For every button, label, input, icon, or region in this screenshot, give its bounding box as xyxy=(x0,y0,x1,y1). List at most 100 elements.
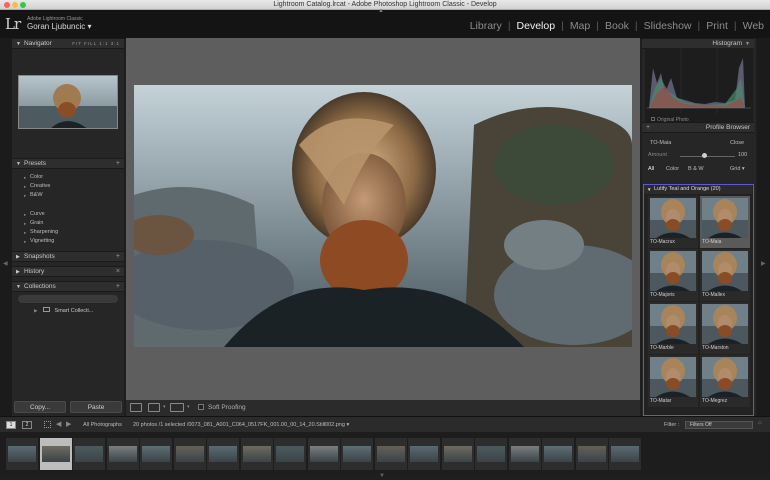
view-dropdown-arrow-icon[interactable]: ▾ xyxy=(163,404,166,410)
smart-collections-item[interactable]: ▶ Smart Collecti... xyxy=(34,307,93,314)
main-photo[interactable] xyxy=(134,85,632,347)
page-2-button[interactable]: 2 xyxy=(22,421,32,429)
amount-value[interactable]: 100 xyxy=(738,152,747,158)
filmstrip-thumbnail[interactable] xyxy=(475,438,507,470)
filmstrip-thumbnail[interactable] xyxy=(106,438,139,470)
add-collection-icon[interactable]: + xyxy=(116,282,120,292)
profile-thumb-to-matar[interactable]: TO-Matar xyxy=(648,355,698,407)
add-preset-icon[interactable]: + xyxy=(116,159,120,169)
close-profile-browser-button[interactable]: Close xyxy=(730,140,744,146)
tab-bw[interactable]: B & W xyxy=(688,166,704,172)
histogram-graph[interactable]: Original Photo xyxy=(645,48,753,132)
preset-grain[interactable]: Grain xyxy=(24,220,44,227)
filmstrip-thumbnail[interactable] xyxy=(307,438,340,470)
amount-slider-knob[interactable] xyxy=(702,153,707,158)
grid-view-icon[interactable] xyxy=(44,421,51,428)
page-1-button[interactable]: 1 xyxy=(6,421,16,429)
collections-search-input[interactable] xyxy=(18,295,118,303)
module-book[interactable]: Book xyxy=(605,20,629,32)
filter-dropdown[interactable]: Filters Off xyxy=(685,421,753,429)
back-arrow-icon[interactable]: ◀ xyxy=(56,420,61,428)
tab-color[interactable]: Color xyxy=(666,166,679,172)
filmstrip-source[interactable]: All Photographs xyxy=(83,422,122,428)
left-edge-arrow-icon[interactable]: ◀ xyxy=(3,260,8,267)
filmstrip-thumbnail[interactable] xyxy=(609,438,641,470)
paste-settings-button[interactable]: Paste xyxy=(70,401,122,413)
profile-browser-header[interactable]: + Profile Browser xyxy=(642,122,754,133)
collapse-triangle-icon: ▶ xyxy=(16,254,20,260)
collections-header[interactable]: ▼ Collections + xyxy=(12,281,124,292)
filmstrip-thumbnail[interactable] xyxy=(207,438,239,470)
user-name[interactable]: Goran Ljubuncic ▾ xyxy=(27,22,92,31)
before-after-view-icon[interactable] xyxy=(148,403,160,412)
profile-group-lutify: ▼ Lutify Teal and Orange (20) TO-Macrux T… xyxy=(643,184,754,416)
original-photo-checkbox[interactable] xyxy=(651,117,655,121)
clear-history-icon[interactable]: × xyxy=(116,267,120,277)
top-panel-toggle-icon[interactable]: ▲ xyxy=(378,8,384,14)
filmstrip-thumbnail[interactable] xyxy=(173,438,206,470)
preset-creative[interactable]: Creative xyxy=(24,183,51,190)
snapshots-header[interactable]: ▶ Snapshots + xyxy=(12,251,124,262)
profile-thumb-to-megrez[interactable]: TO-Megrez xyxy=(700,355,750,407)
profile-label: TO-Megrez xyxy=(702,398,728,404)
back-plus-icon[interactable]: + xyxy=(646,123,650,133)
module-slideshow[interactable]: Slideshow xyxy=(644,20,692,32)
profile-thumb-to-maia[interactable]: TO-Maia xyxy=(700,196,750,248)
forward-arrow-icon[interactable]: ▶ xyxy=(66,420,71,428)
preset-bw[interactable]: B&W xyxy=(24,192,42,199)
filmstrip-thumbnail-image xyxy=(209,446,237,462)
preset-curve[interactable]: Curve xyxy=(24,211,45,218)
navigator-zoom-options[interactable]: FIT FILL 1:1 3:1 xyxy=(72,39,120,49)
right-edge-arrow-icon[interactable]: ▶ xyxy=(761,260,766,267)
soft-proofing-checkbox[interactable] xyxy=(198,404,204,410)
filmstrip-thumbnail[interactable] xyxy=(39,438,72,470)
profile-thumb-to-mallex[interactable]: TO-Mallex xyxy=(700,249,750,301)
loupe-view-icon[interactable] xyxy=(130,403,142,412)
module-develop[interactable]: Develop xyxy=(517,20,556,32)
navigator-preview[interactable] xyxy=(18,75,118,129)
filmstrip-thumbnail[interactable] xyxy=(408,438,440,470)
navigator-header[interactable]: ▼ Navigator FIT FILL 1:1 3:1 xyxy=(12,38,124,49)
profile-group-header[interactable]: ▼ Lutify Teal and Orange (20) xyxy=(644,185,752,194)
module-print[interactable]: Print xyxy=(706,20,728,32)
preset-sharpening[interactable]: Sharpening xyxy=(24,229,58,236)
filmstrip-thumbnail[interactable] xyxy=(441,438,474,470)
copy-settings-button[interactable]: Copy... xyxy=(14,401,66,413)
filmstrip-thumbnail[interactable] xyxy=(575,438,608,470)
swap-dropdown-arrow-icon[interactable]: ▾ xyxy=(187,404,190,410)
presets-header[interactable]: ▼ Presets + xyxy=(12,158,124,169)
module-web[interactable]: Web xyxy=(743,20,764,32)
bottom-panel-toggle-icon[interactable]: ▼ xyxy=(379,473,385,479)
profile-thumb-to-marble[interactable]: TO-Marble xyxy=(648,302,698,354)
amount-slider-track[interactable] xyxy=(680,156,735,157)
filmstrip-thumbnail[interactable] xyxy=(274,438,306,470)
profile-thumbnail-image xyxy=(702,251,748,291)
filmstrip-thumbnail[interactable] xyxy=(73,438,105,470)
filmstrip-thumbnail[interactable] xyxy=(140,438,172,470)
history-header[interactable]: ▶ History × xyxy=(12,266,124,277)
profile-thumbnail-image xyxy=(650,198,696,238)
right-panel-edge[interactable]: ▶ xyxy=(757,38,770,416)
image-canvas[interactable] xyxy=(126,38,640,400)
tab-all[interactable]: All xyxy=(648,166,654,172)
filmstrip-thumbnail[interactable] xyxy=(508,438,541,470)
profile-thumb-to-macrux[interactable]: TO-Macrux xyxy=(648,196,698,248)
filmstrip-thumbnail[interactable] xyxy=(341,438,373,470)
profile-thumb-to-marston[interactable]: TO-Marston xyxy=(700,302,750,354)
add-snapshot-icon[interactable]: + xyxy=(116,252,120,262)
filmstrip-thumbnail[interactable] xyxy=(6,438,38,470)
before-after-swap-icon[interactable] xyxy=(170,403,184,412)
profile-preview xyxy=(702,304,748,344)
preset-vignetting[interactable]: Vignetting xyxy=(24,238,54,245)
left-panel-edge[interactable]: ◀ xyxy=(0,38,12,416)
filmstrip-thumbnail[interactable] xyxy=(542,438,574,470)
module-library[interactable]: Library xyxy=(470,20,502,32)
filmstrip-thumbnail[interactable] xyxy=(240,438,273,470)
view-grid-dropdown[interactable]: Grid ▾ xyxy=(730,166,745,172)
window-title: Lightroom Catalog.lrcat - Adobe Photosho… xyxy=(273,1,497,8)
preset-color[interactable]: Color xyxy=(24,174,43,181)
filter-lock-icon[interactable]: ⌂ xyxy=(758,420,762,426)
filmstrip-thumbnail[interactable] xyxy=(374,438,407,470)
profile-thumb-to-majoris[interactable]: TO-Majoris xyxy=(648,249,698,301)
module-map[interactable]: Map xyxy=(570,20,590,32)
